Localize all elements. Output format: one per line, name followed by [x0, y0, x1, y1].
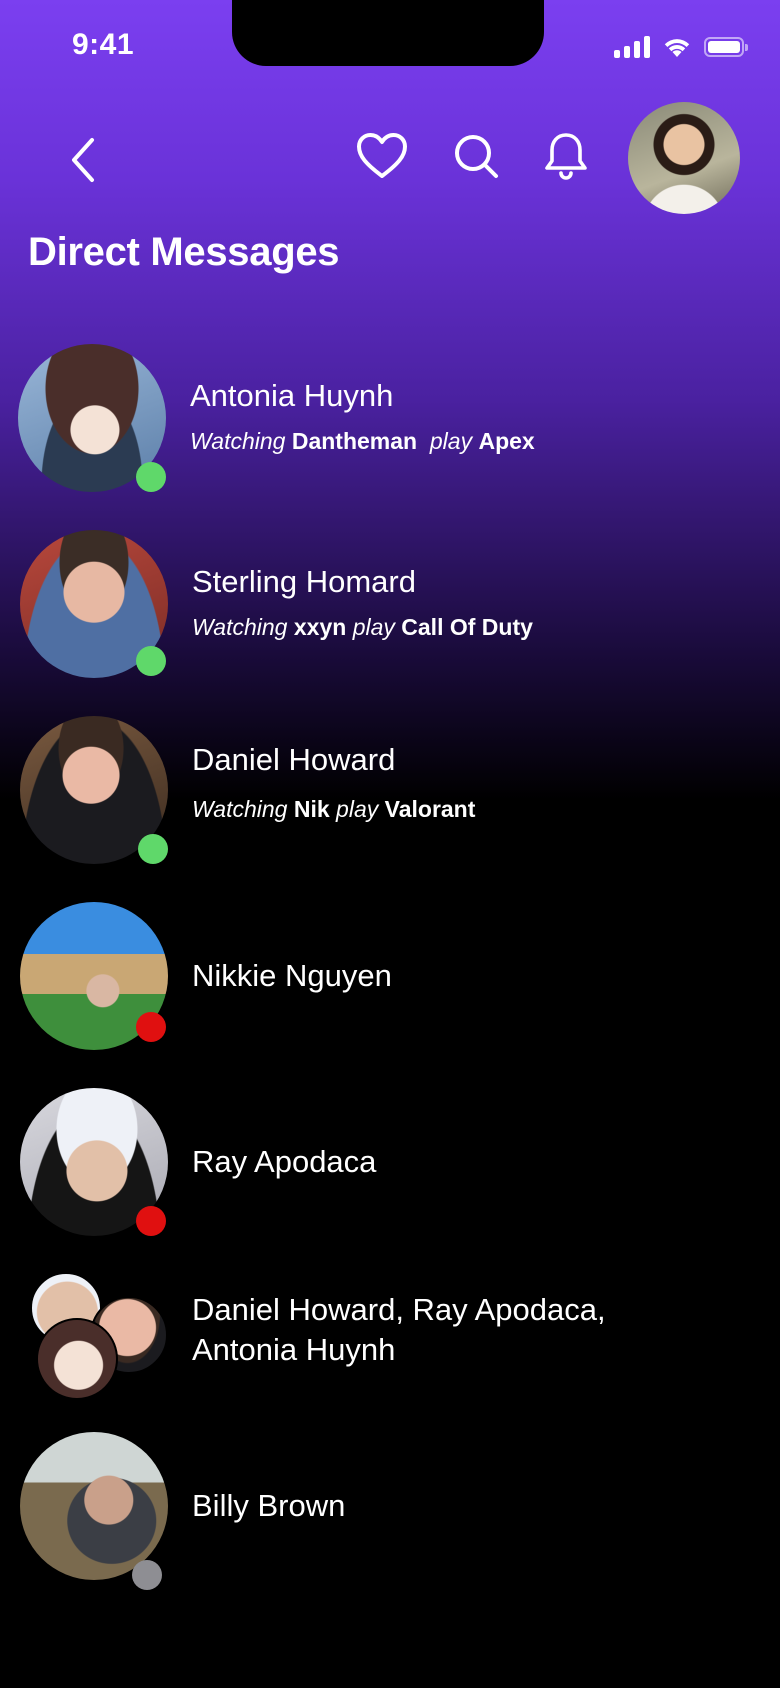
group-members-line-2: Antonia Huynh — [192, 1332, 396, 1367]
dm-item-antonia-huynh[interactable]: Antonia Huynh Watching Dantheman play Ap… — [18, 344, 758, 494]
activity-status: Watching Dantheman play Apex — [190, 428, 535, 454]
direct-messages-screen: 9:41 Direct Messages Antonia Huynh Watch… — [0, 0, 780, 1688]
status-icons — [614, 36, 748, 58]
page-title: Direct Messages — [28, 230, 340, 274]
contact-name: Nikkie Nguyen — [192, 958, 392, 993]
online-status-dot — [136, 646, 166, 676]
wifi-icon — [664, 39, 690, 57]
bell-icon — [545, 133, 587, 180]
cellular-signal-icon — [614, 36, 650, 58]
avatar — [20, 1432, 168, 1580]
search-button[interactable] — [448, 128, 504, 184]
dm-item-nikkie-nguyen[interactable]: Nikkie Nguyen — [18, 902, 758, 1052]
online-status-dot — [136, 462, 166, 492]
activity-status: Watching Nik play Valorant — [192, 796, 476, 822]
device-notch — [232, 0, 544, 66]
group-avatar — [18, 1272, 168, 1422]
contact-name: Billy Brown — [192, 1488, 346, 1523]
battery-icon — [704, 37, 748, 57]
offline-status-dot — [132, 1560, 162, 1590]
member-avatar — [36, 1318, 118, 1400]
dm-item-group-chat[interactable]: Daniel Howard, Ray Apodaca, Antonia Huyn… — [18, 1272, 758, 1422]
search-icon — [455, 135, 498, 178]
group-members-line-1: Daniel Howard, Ray Apodaca, — [192, 1292, 606, 1327]
activity-status: Watching xxyn play Call Of Duty — [192, 614, 533, 640]
favorites-button[interactable] — [354, 128, 410, 184]
contact-name: Daniel Howard — [192, 742, 396, 777]
dm-item-sterling-homard[interactable]: Sterling Homard Watching xxyn play Call … — [18, 530, 758, 680]
contact-name: Sterling Homard — [192, 564, 416, 599]
online-status-dot — [138, 834, 168, 864]
busy-status-dot — [136, 1012, 166, 1042]
contact-name: Antonia Huynh — [190, 378, 394, 413]
dm-item-billy-brown[interactable]: Billy Brown — [18, 1432, 758, 1590]
back-button[interactable] — [58, 128, 108, 192]
chevron-left-icon — [72, 138, 94, 182]
notifications-button[interactable] — [538, 128, 594, 184]
dm-item-ray-apodaca[interactable]: Ray Apodaca — [18, 1088, 758, 1238]
dm-item-daniel-howard[interactable]: Daniel Howard Watching Nik play Valorant — [18, 716, 758, 866]
status-bar: 9:41 — [0, 0, 780, 90]
heart-icon — [357, 133, 407, 178]
profile-avatar[interactable] — [628, 102, 740, 214]
status-time: 9:41 — [72, 28, 135, 61]
busy-status-dot — [136, 1206, 166, 1236]
contact-name: Ray Apodaca — [192, 1144, 377, 1179]
